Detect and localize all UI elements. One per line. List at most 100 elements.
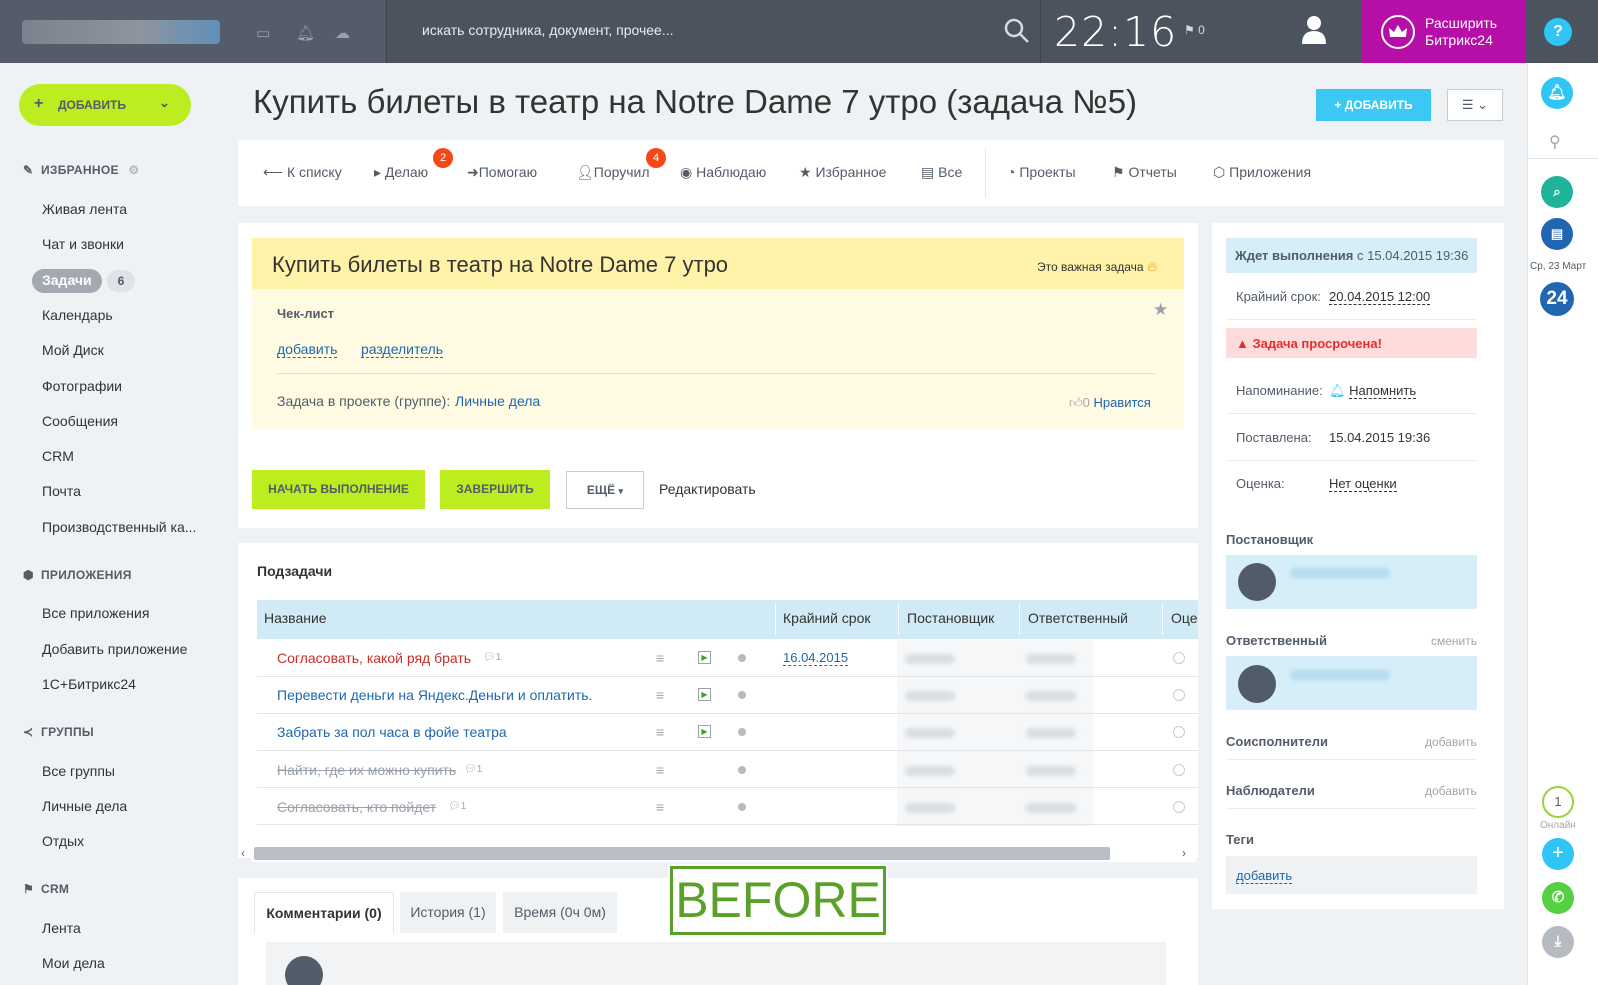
checklist-add-link[interactable]: добавить bbox=[277, 341, 338, 358]
tab-projects[interactable]: ◔ Проекты bbox=[1007, 164, 1076, 180]
crm-title[interactable]: ⚑ CRM bbox=[23, 882, 69, 896]
download-icon[interactable]: ⤓ bbox=[1542, 926, 1574, 958]
add-task-button[interactable]: + ДОБАВИТЬ bbox=[1316, 89, 1431, 121]
chat-icon[interactable]: ▭ bbox=[256, 24, 270, 42]
tab-apps[interactable]: ⬡ Приложения bbox=[1213, 164, 1311, 181]
row-menu-icon[interactable]: ≡ bbox=[656, 650, 664, 666]
scroll-right-icon[interactable]: › bbox=[1182, 846, 1186, 860]
notifications-icon[interactable]: 🔔︎ bbox=[1541, 77, 1573, 109]
row-menu-icon[interactable]: ≡ bbox=[656, 762, 664, 778]
sidebar-item-production[interactable]: Производственный ка... bbox=[42, 519, 196, 535]
help-button[interactable]: ? bbox=[1544, 18, 1572, 46]
start-task-button[interactable]: НАЧАТЬ ВЫПОЛНЕНИЕ bbox=[252, 470, 425, 509]
clock[interactable]: 22:16 bbox=[1054, 8, 1177, 56]
change-responsible-link[interactable]: сменить bbox=[1431, 634, 1477, 648]
play-icon[interactable]: ▶ bbox=[698, 688, 711, 701]
sidebar-item-add-app[interactable]: Добавить приложение bbox=[42, 641, 187, 657]
col-rating[interactable]: Оце bbox=[1171, 610, 1198, 626]
tab-doing[interactable]: ▸ Делаю bbox=[374, 164, 428, 181]
play-icon[interactable]: ▶ bbox=[698, 651, 711, 664]
rating-value[interactable]: Нет оценки bbox=[1329, 476, 1397, 492]
sidebar-item-photos[interactable]: Фотографии bbox=[42, 378, 122, 394]
sidebar-item-crm[interactable]: CRM bbox=[42, 448, 74, 464]
tab-time[interactable]: Время (0ч 0м) bbox=[503, 892, 617, 933]
view-menu-button[interactable]: ☰ ⌄ bbox=[1447, 89, 1503, 121]
b24-icon[interactable]: 24 bbox=[1540, 282, 1574, 316]
sidebar-item-rest[interactable]: Отдых bbox=[42, 833, 84, 849]
add-coexecutor-link[interactable]: добавить bbox=[1425, 735, 1477, 749]
sidebar-item-all-groups[interactable]: Все группы bbox=[42, 763, 115, 779]
subtask-name[interactable]: Найти, где их можно купить bbox=[277, 762, 456, 778]
reminder-link[interactable]: 🔔︎ Напомнить bbox=[1329, 383, 1417, 399]
chevron-down-icon[interactable]: ⌄ bbox=[159, 95, 170, 111]
add-tag-link[interactable]: добавить bbox=[1236, 868, 1293, 884]
col-responsible[interactable]: Ответственный bbox=[1028, 610, 1128, 626]
phone-icon[interactable]: ✆ bbox=[1542, 882, 1574, 914]
sidebar-item-mail[interactable]: Почта bbox=[42, 483, 81, 499]
tab-reports[interactable]: ⚑ Отчеты bbox=[1112, 164, 1177, 181]
sidebar-item-calendar[interactable]: Календарь bbox=[42, 307, 113, 323]
comment-area[interactable] bbox=[266, 942, 1166, 985]
more-button[interactable]: ЕЩЁ ▾ bbox=[566, 471, 644, 509]
tab-favorites[interactable]: ★ Избранное bbox=[799, 164, 886, 181]
sidebar-item-my-deals[interactable]: Мои дела bbox=[42, 955, 105, 971]
creator-avatar[interactable] bbox=[1238, 563, 1276, 601]
checklist-separator-link[interactable]: разделитель bbox=[361, 341, 444, 358]
gear-icon[interactable]: ⚙ bbox=[128, 163, 139, 177]
favorites-title[interactable]: ✎ ИЗБРАННОЕ ⚙ bbox=[23, 163, 139, 177]
subtask-name[interactable]: Согласовать, какой ряд брать bbox=[277, 650, 471, 666]
bell-icon[interactable]: 🔔︎ bbox=[296, 24, 315, 42]
user-icon[interactable] bbox=[1301, 14, 1327, 44]
rating-radio[interactable] bbox=[1173, 652, 1185, 664]
scrollbar-thumb[interactable] bbox=[254, 847, 1110, 860]
apps-title[interactable]: ⬢ ПРИЛОЖЕНИЯ bbox=[23, 568, 132, 582]
creator-name-blurred[interactable] bbox=[1290, 568, 1390, 578]
search-icon[interactable]: ⚲ bbox=[1549, 132, 1561, 152]
add-chat-icon[interactable]: + bbox=[1542, 838, 1574, 870]
open-lines-icon[interactable]: ⌕ bbox=[1541, 176, 1573, 208]
finish-task-button[interactable]: ЗАВЕРШИТЬ bbox=[440, 470, 550, 509]
add-observer-link[interactable]: добавить bbox=[1425, 784, 1477, 798]
row-menu-icon[interactable]: ≡ bbox=[656, 799, 664, 815]
subtask-name[interactable]: Согласовать, кто пойдет bbox=[277, 799, 436, 815]
play-icon[interactable]: ▶ bbox=[698, 725, 711, 738]
rating-radio[interactable] bbox=[1173, 689, 1185, 701]
tab-helping[interactable]: ➜Помогаю bbox=[467, 164, 537, 181]
online-counter[interactable]: 1 bbox=[1542, 786, 1574, 818]
rating-radio[interactable] bbox=[1173, 726, 1185, 738]
rating-radio[interactable] bbox=[1173, 801, 1185, 813]
cloud-icon[interactable]: ☁ bbox=[335, 24, 350, 42]
groups-title[interactable]: ≺ ГРУППЫ bbox=[23, 725, 94, 739]
deadline-value[interactable]: 20.04.2015 12:00 bbox=[1329, 289, 1431, 305]
rating-radio[interactable] bbox=[1173, 764, 1185, 776]
tab-watching[interactable]: ◉ Наблюдаю bbox=[680, 164, 766, 181]
tab-back[interactable]: ⟵ К списку bbox=[263, 164, 342, 181]
row-menu-icon[interactable]: ≡ bbox=[656, 724, 664, 740]
sidebar-item-all-apps[interactable]: Все приложения bbox=[42, 605, 149, 621]
sidebar-item-1c[interactable]: 1С+Битрикс24 bbox=[42, 676, 136, 692]
sidebar-item-messages[interactable]: Сообщения bbox=[42, 413, 118, 429]
tab-assigned[interactable]: 👤︎Поручил bbox=[576, 164, 650, 181]
col-creator[interactable]: Постановщик bbox=[907, 610, 994, 626]
responsible-avatar[interactable] bbox=[1238, 665, 1276, 703]
scroll-left-icon[interactable]: ‹ bbox=[241, 846, 245, 860]
edit-link[interactable]: Редактировать bbox=[659, 481, 756, 497]
col-deadline[interactable]: Крайний срок bbox=[783, 610, 871, 626]
sidebar-item-tasks[interactable]: Задачи bbox=[32, 269, 102, 293]
search-input[interactable]: искать сотрудника, документ, прочее... bbox=[422, 22, 674, 38]
responsible-name-blurred[interactable] bbox=[1290, 670, 1390, 680]
sidebar-item-live-feed[interactable]: Живая лента bbox=[42, 201, 127, 217]
important-toggle[interactable]: Это важная задача 🔥︎ bbox=[1037, 258, 1157, 275]
sidebar-item-chat[interactable]: Чат и звонки bbox=[42, 236, 124, 252]
sidebar-item-disk[interactable]: Мой Диск bbox=[42, 342, 104, 358]
col-name[interactable]: Название bbox=[264, 610, 327, 626]
like-widget[interactable]: 👍︎0 Нравится bbox=[1069, 395, 1151, 411]
flag-counter[interactable]: ⚑ 0 bbox=[1184, 23, 1205, 37]
subtask-name[interactable]: Перевести деньги на Яндекс.Деньги и опла… bbox=[277, 687, 592, 703]
sidebar-item-crm-feed[interactable]: Лента bbox=[42, 920, 81, 936]
portal-logo[interactable] bbox=[22, 20, 220, 44]
sidebar-item-personal[interactable]: Личные дела bbox=[42, 798, 127, 814]
search-icon[interactable] bbox=[1004, 18, 1030, 44]
subtask-name[interactable]: Забрать за пол часа в фойе театра bbox=[277, 724, 507, 740]
sidebar-add-button[interactable]: + ДОБАВИТЬ ⌄ bbox=[19, 84, 191, 126]
